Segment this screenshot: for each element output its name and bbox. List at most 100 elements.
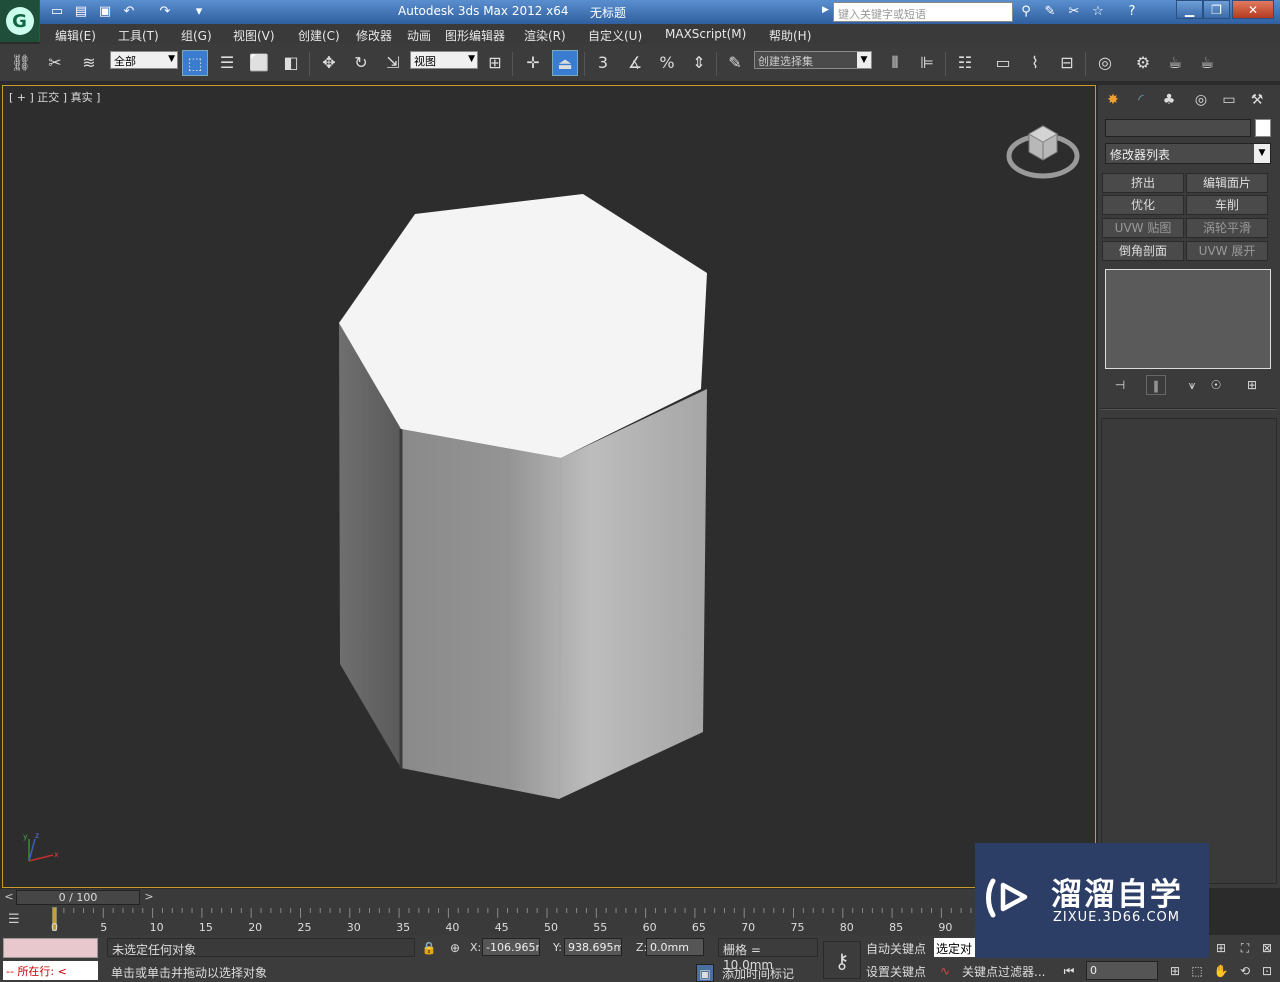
zoom-all-icon[interactable]: ⊞ xyxy=(1212,939,1230,957)
set-key-button[interactable]: 设置关键点 xyxy=(866,963,926,980)
utilities-tab-icon[interactable]: ⚒ xyxy=(1246,89,1268,111)
app-menu-button[interactable]: G xyxy=(0,0,40,42)
communication-center-icon[interactable]: ✎ xyxy=(1040,3,1060,21)
curve-editor-icon[interactable]: ⌇ xyxy=(1022,50,1048,76)
menu-edit[interactable]: 编辑(E) xyxy=(55,27,96,44)
hierarchy-tab-icon[interactable]: ♣ xyxy=(1158,89,1180,111)
maxscript-mini-listener[interactable] xyxy=(3,938,98,958)
align-icon[interactable]: ⊫ xyxy=(914,50,940,76)
modifier-button-lathe[interactable]: 车削 xyxy=(1186,195,1268,215)
time-slider-handle[interactable]: 0 / 100 xyxy=(16,890,140,905)
quick-access-dropdown-icon[interactable]: ▾ xyxy=(190,3,208,21)
perspective-viewport[interactable]: [ + ] 正交 ] 真实 ] y z x xyxy=(2,85,1096,888)
angle-snap-icon[interactable]: ∡ xyxy=(622,50,648,76)
go-to-start-icon[interactable]: ⏮ xyxy=(1060,962,1078,980)
menu-maxscript[interactable]: MAXScript(M) xyxy=(665,27,746,41)
pivot-center-icon[interactable]: ⊞ xyxy=(482,50,508,76)
listener-line[interactable]: -- 所在行: < xyxy=(3,961,98,980)
subscription-icon[interactable]: ✂ xyxy=(1064,3,1084,21)
auto-key-button[interactable]: 自动关键点 xyxy=(866,940,926,957)
menu-create[interactable]: 创建(C) xyxy=(298,27,340,44)
modifier-button-edit-patch[interactable]: 编辑面片 xyxy=(1186,173,1268,193)
snaps-toggle-icon[interactable]: 3 xyxy=(590,50,616,76)
bind-space-warp-icon[interactable]: ≋ xyxy=(76,50,102,76)
create-tab-icon[interactable]: ✸ xyxy=(1102,89,1124,111)
display-tab-icon[interactable]: ▭ xyxy=(1218,89,1240,111)
edit-named-selection-icon[interactable]: ✎ xyxy=(722,50,748,76)
x-coordinate-field[interactable]: -106.965m xyxy=(482,938,540,956)
help-icon[interactable]: ? xyxy=(1122,3,1142,21)
undo-icon[interactable]: ↶ xyxy=(120,3,138,21)
zoom-extents-all-icon[interactable]: ⛶ xyxy=(1236,939,1254,957)
search-input[interactable]: 键入关键字或短语 xyxy=(833,2,1013,22)
select-object-icon[interactable]: ⬚ xyxy=(182,50,208,76)
binoculars-icon[interactable]: ⚲ xyxy=(1016,3,1036,21)
select-and-scale-icon[interactable]: ⇲ xyxy=(380,50,406,76)
search-expand-icon[interactable]: ▶ xyxy=(822,5,832,19)
reference-coordinate-dropdown[interactable]: 视图 ▼ xyxy=(410,51,478,69)
menu-views[interactable]: 视图(V) xyxy=(233,27,275,44)
redo-icon[interactable]: ↷ xyxy=(156,3,174,21)
mini-curve-editor-icon[interactable]: ☰ xyxy=(8,912,32,930)
keyboard-shortcut-override-icon[interactable]: ⏏ xyxy=(552,50,578,76)
track-bar[interactable]: ☰ 0 5 10 15 20 25 30 35 40 45 50 55 60 65 70 75 80 85 90 xyxy=(0,906,1095,935)
previous-frame-icon[interactable]: < xyxy=(2,890,16,905)
key-filters-button[interactable]: 关键点过滤器... xyxy=(962,963,1045,980)
current-frame-field[interactable]: 0 xyxy=(1086,961,1158,980)
mirror-icon[interactable]: ⫴ xyxy=(882,50,908,76)
layer-manager-icon[interactable]: ☷ xyxy=(952,50,978,76)
zoom-extents-icon[interactable]: ⬚ xyxy=(1188,962,1206,980)
configure-modifier-sets-icon[interactable]: ⊞ xyxy=(1242,375,1262,395)
select-by-name-icon[interactable]: ☰ xyxy=(214,50,240,76)
motion-tab-icon[interactable]: ◎ xyxy=(1190,89,1212,111)
window-crossing-icon[interactable]: ◧ xyxy=(278,50,304,76)
modify-tab-icon[interactable]: ◜ xyxy=(1130,89,1152,111)
time-configuration-icon[interactable]: ⊞ xyxy=(1166,962,1184,980)
modifier-button-bevel-profile[interactable]: 倒角剖面 xyxy=(1102,241,1184,261)
menu-rendering[interactable]: 渲染(R) xyxy=(524,27,566,44)
add-time-tag-button[interactable]: 添加时间标记 xyxy=(722,965,794,982)
menu-help[interactable]: 帮助(H) xyxy=(769,27,811,44)
selected-set-dropdown[interactable]: 选定对 xyxy=(934,938,979,957)
close-button[interactable]: ✕ xyxy=(1232,0,1274,19)
time-slider[interactable]: < 0 / 100 > xyxy=(0,889,1095,906)
schematic-view-icon[interactable]: ⊟ xyxy=(1054,50,1080,76)
selection-filter-dropdown[interactable]: 全部 ▼ xyxy=(110,51,178,69)
pan-view-icon[interactable]: ✋ xyxy=(1212,962,1230,980)
set-key-icon[interactable]: ⚷ xyxy=(823,941,861,979)
remove-modifier-icon[interactable]: ☉ xyxy=(1206,375,1226,395)
add-time-tag-icon[interactable]: ▣ xyxy=(696,964,714,982)
modifier-button-optimize[interactable]: 优化 xyxy=(1102,195,1184,215)
manipulate-icon[interactable]: ✛ xyxy=(520,50,546,76)
hexagonal-prism[interactable] xyxy=(3,86,1097,889)
pin-stack-icon[interactable]: ⊣ xyxy=(1110,375,1130,395)
menu-tools[interactable]: 工具(T) xyxy=(118,27,159,44)
rendered-frame-window-icon[interactable]: ☕ xyxy=(1162,50,1188,76)
percent-snap-icon[interactable]: % xyxy=(654,50,680,76)
select-and-rotate-icon[interactable]: ↻ xyxy=(348,50,374,76)
modifier-button-uvw-map[interactable]: UVW 贴图 xyxy=(1102,218,1184,238)
make-unique-icon[interactable]: ⩛ xyxy=(1182,375,1202,395)
menu-customize[interactable]: 自定义(U) xyxy=(588,27,642,44)
lock-selection-icon[interactable]: 🔒 xyxy=(420,939,438,957)
orbit-icon[interactable]: ⟲ xyxy=(1236,962,1254,980)
render-setup-icon[interactable]: ⚙ xyxy=(1130,50,1156,76)
new-file-icon[interactable]: ▭ xyxy=(48,3,66,21)
y-coordinate-field[interactable]: 938.695mn xyxy=(564,938,622,956)
absolute-mode-icon[interactable]: ⊕ xyxy=(446,939,464,957)
spinner-snap-icon[interactable]: ⇕ xyxy=(686,50,712,76)
material-editor-icon[interactable]: ◎ xyxy=(1092,50,1118,76)
named-selection-dropdown[interactable]: 创建选择集 ▼ xyxy=(754,51,872,69)
z-coordinate-field[interactable]: 0.0mm xyxy=(646,938,704,956)
viewcube-icon[interactable] xyxy=(1005,116,1081,184)
menu-animation[interactable]: 动画 xyxy=(407,27,431,44)
object-name-field[interactable] xyxy=(1105,119,1251,137)
object-color-swatch[interactable] xyxy=(1255,119,1271,137)
menu-modifiers[interactable]: 修改器 xyxy=(356,27,392,44)
open-file-icon[interactable]: ▤ xyxy=(72,3,90,21)
modifier-list-dropdown[interactable]: 修改器列表 ▼ xyxy=(1105,143,1271,164)
zoom-region-icon[interactable]: ⊠ xyxy=(1258,939,1276,957)
modifier-button-extrude[interactable]: 挤出 xyxy=(1102,173,1184,193)
maximize-viewport-icon[interactable]: ⊡ xyxy=(1258,962,1276,980)
show-end-result-icon[interactable]: ∥ xyxy=(1146,375,1166,395)
